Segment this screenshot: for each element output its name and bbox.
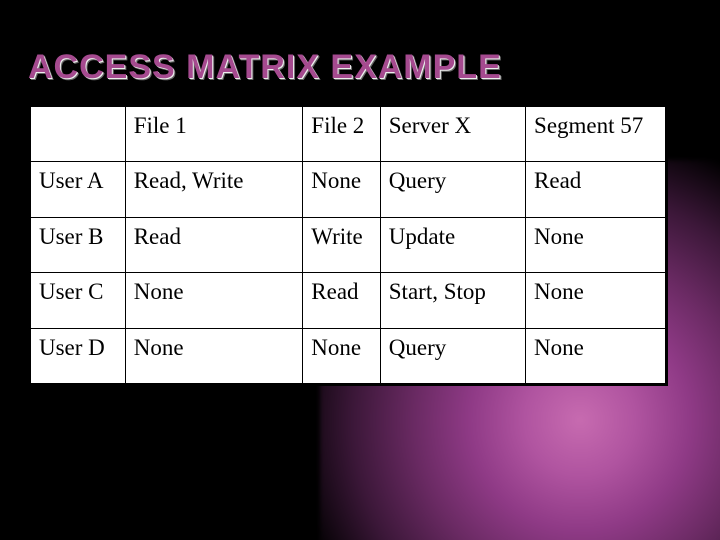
table-row: User C None Read Start, Stop None (31, 273, 666, 328)
cell: Read (125, 217, 303, 272)
table-row: User D None None Query None (31, 328, 666, 383)
access-matrix-table: File 1 File 2 Server X Segment 57 User A… (30, 106, 666, 384)
col-header-file1: File 1 (125, 107, 303, 162)
row-header-user-c: User C (31, 273, 126, 328)
col-header-segment57: Segment 57 (526, 107, 666, 162)
cell: None (125, 273, 303, 328)
cell: None (125, 328, 303, 383)
table-row: User A Read, Write None Query Read (31, 162, 666, 217)
cell: Write (303, 217, 380, 272)
slide: ACCESS MATRIX EXAMPLE File 1 File 2 Serv… (0, 0, 720, 540)
cell: None (303, 328, 380, 383)
cell: None (303, 162, 380, 217)
cell: Read (526, 162, 666, 217)
cell: Read (303, 273, 380, 328)
col-header-file2: File 2 (303, 107, 380, 162)
row-header-user-a: User A (31, 162, 126, 217)
cell: None (526, 273, 666, 328)
col-header-serverx: Server X (380, 107, 525, 162)
cell: None (526, 328, 666, 383)
access-matrix: File 1 File 2 Server X Segment 57 User A… (28, 104, 668, 386)
row-header-user-b: User B (31, 217, 126, 272)
cell: Read, Write (125, 162, 303, 217)
slide-title: ACCESS MATRIX EXAMPLE (28, 48, 502, 87)
cell: Update (380, 217, 525, 272)
cell: Query (380, 328, 525, 383)
cell: Start, Stop (380, 273, 525, 328)
cell: None (526, 217, 666, 272)
table-row: User B Read Write Update None (31, 217, 666, 272)
cell: Query (380, 162, 525, 217)
table-header-row: File 1 File 2 Server X Segment 57 (31, 107, 666, 162)
row-header-user-d: User D (31, 328, 126, 383)
col-header-empty (31, 107, 126, 162)
